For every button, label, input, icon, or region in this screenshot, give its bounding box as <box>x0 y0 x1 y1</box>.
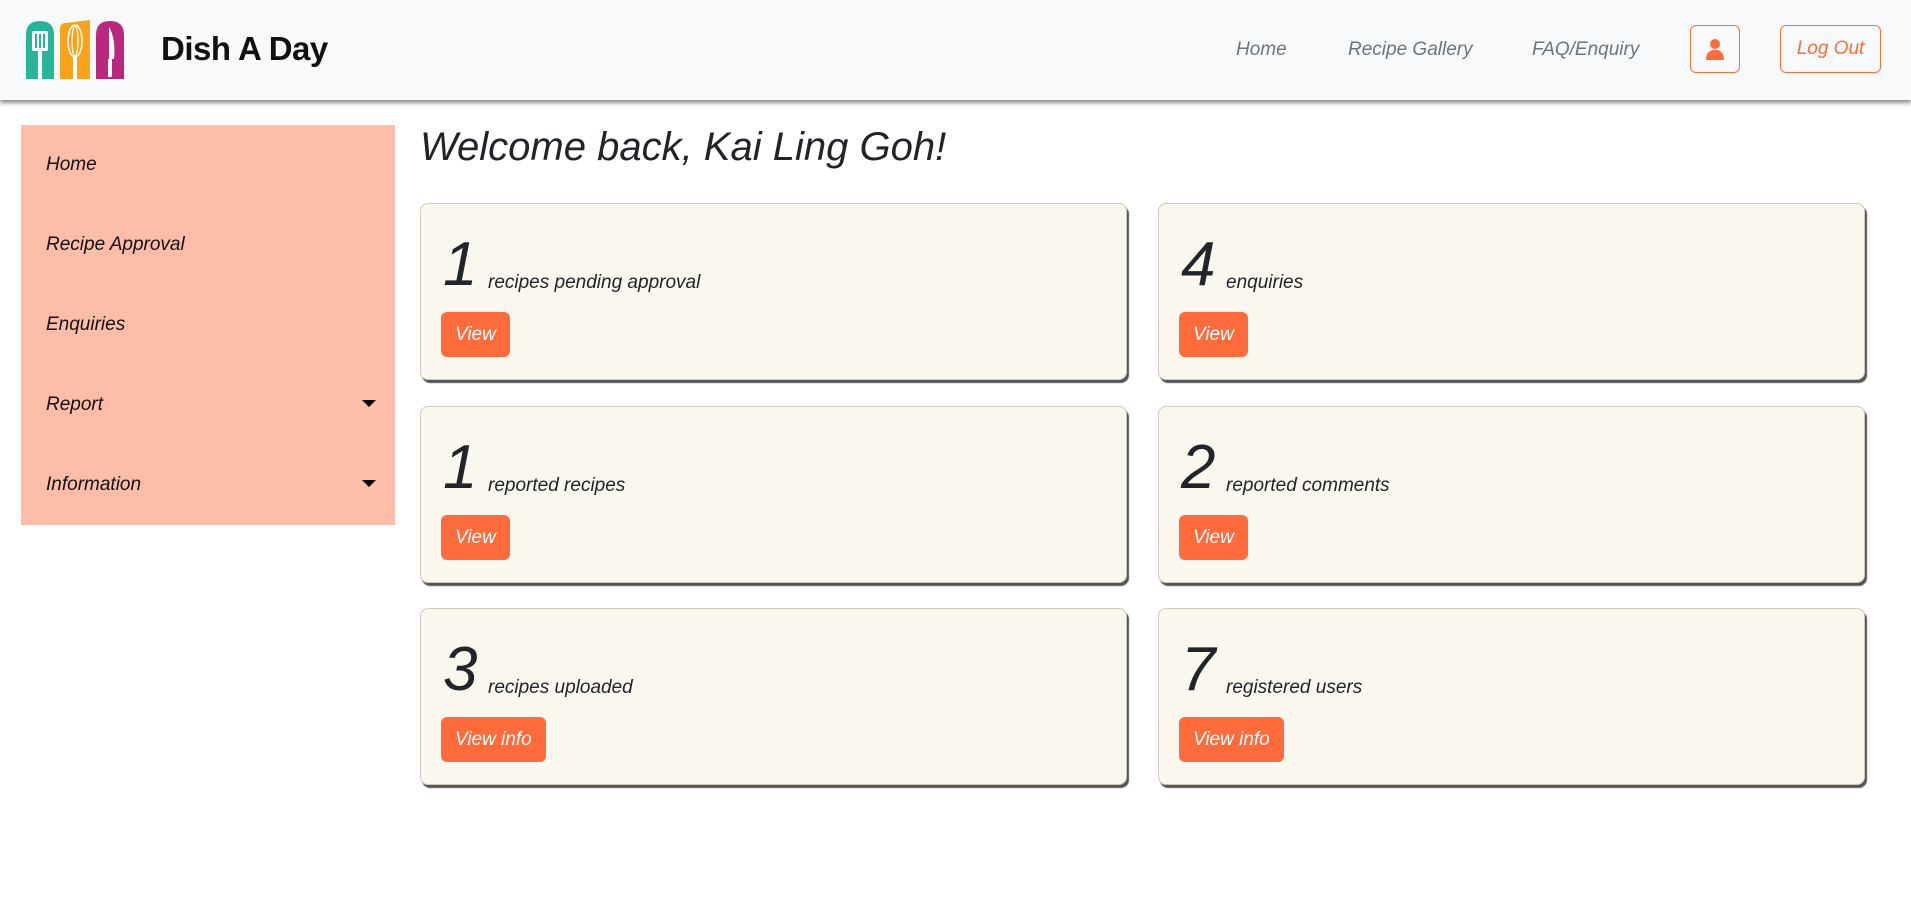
sidebar-item-label: Enquiries <box>46 314 126 335</box>
view-info-button[interactable]: View info <box>1179 717 1284 762</box>
stat-count: 3 <box>443 635 478 704</box>
logout-button[interactable]: Log Out <box>1780 25 1881 73</box>
stat-card-recipes-uploaded: 3 recipes uploaded View info <box>420 608 1127 785</box>
utensils-logo-icon <box>26 20 124 79</box>
top-navbar: Dish A Day Home Recipe Gallery FAQ/Enqui… <box>0 0 1911 100</box>
stat-card-reported-comments: 2 reported comments View <box>1158 406 1865 583</box>
view-button[interactable]: View <box>1179 312 1248 357</box>
logo[interactable] <box>24 19 126 79</box>
sidebar-item-label: Home <box>46 154 97 175</box>
view-button[interactable]: View <box>441 312 510 357</box>
sidebar-item-recipe-approval[interactable]: Recipe Approval <box>46 234 376 256</box>
welcome-heading: Welcome back, Kai Ling Goh! <box>420 125 947 169</box>
caret-down-icon[interactable] <box>362 400 376 407</box>
stat-count: 7 <box>1181 635 1216 704</box>
stat-card-reported-recipes: 1 reported recipes View <box>420 406 1127 583</box>
nav-recipe-gallery[interactable]: Recipe Gallery <box>1348 39 1473 61</box>
stat-count: 1 <box>443 230 478 299</box>
stat-label: reported comments <box>1226 475 1390 496</box>
caret-down-icon[interactable] <box>362 480 376 487</box>
stat-card-enquiries: 4 enquiries View <box>1158 203 1865 380</box>
stat-label: recipes pending approval <box>488 272 701 293</box>
sidebar-item-enquiries[interactable]: Enquiries <box>46 314 376 336</box>
sidebar-item-label: Report <box>46 394 104 415</box>
brand-title[interactable]: Dish A Day <box>161 30 328 68</box>
stat-card-pending-approval: 1 recipes pending approval View <box>420 203 1127 380</box>
nav-home[interactable]: Home <box>1236 39 1287 61</box>
view-info-button[interactable]: View info <box>441 717 546 762</box>
sidebar-item-home[interactable]: Home <box>46 154 376 176</box>
stat-label: enquiries <box>1226 272 1304 293</box>
stat-count: 2 <box>1181 433 1216 502</box>
sidebar-item-information[interactable]: Information <box>46 474 376 496</box>
stat-label: recipes uploaded <box>488 677 633 698</box>
stat-card-registered-users: 7 registered users View info <box>1158 608 1865 785</box>
user-icon <box>1706 39 1724 60</box>
sidebar-item-report[interactable]: Report <box>46 394 376 416</box>
stat-count: 4 <box>1181 230 1216 299</box>
view-button[interactable]: View <box>1179 515 1248 560</box>
stat-label: registered users <box>1226 677 1363 698</box>
stat-count: 1 <box>443 433 478 502</box>
sidebar-item-label: Information <box>46 474 142 495</box>
sidebar-item-label: Recipe Approval <box>46 234 185 255</box>
nav-faq-enquiry[interactable]: FAQ/Enquiry <box>1532 39 1639 61</box>
view-button[interactable]: View <box>441 515 510 560</box>
stat-label: reported recipes <box>488 475 626 496</box>
profile-button[interactable] <box>1690 25 1740 73</box>
sidebar: Home Recipe Approval Enquiries Report In… <box>21 125 395 525</box>
